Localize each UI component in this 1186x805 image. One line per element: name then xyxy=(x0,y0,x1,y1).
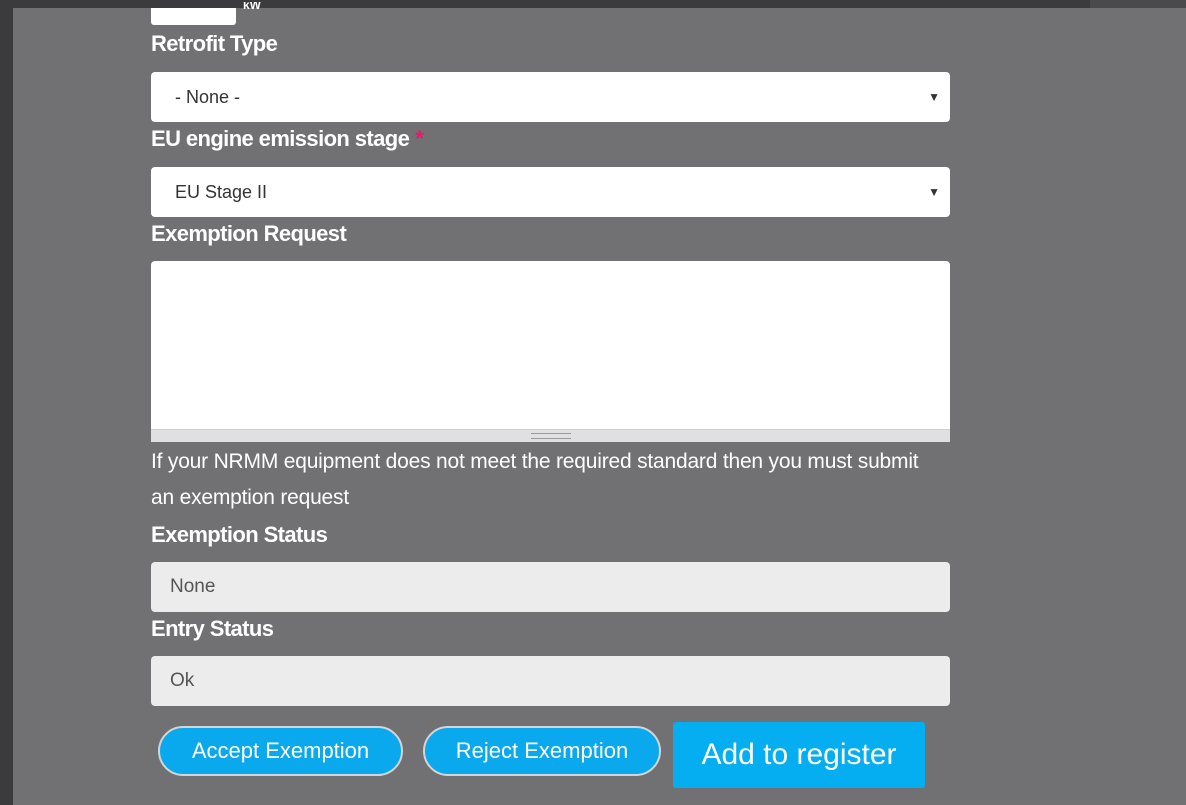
entry-status-field: Ok xyxy=(151,656,950,706)
exemption-status-label: Exemption Status xyxy=(151,522,328,547)
accept-exemption-button[interactable]: Accept Exemption xyxy=(158,726,403,776)
retrofit-type-label: Retrofit Type xyxy=(151,31,278,56)
engine-power-unit: kW xyxy=(243,2,261,10)
retrofit-type-select[interactable]: - None - ▼ xyxy=(151,72,950,122)
engine-power-input[interactable] xyxy=(151,8,236,25)
emission-stage-label-text: EU engine emission stage xyxy=(151,126,410,151)
exemption-request-textarea[interactable] xyxy=(151,261,950,429)
caret-down-icon: ▼ xyxy=(928,90,940,104)
emission-stage-value: EU Stage II xyxy=(175,182,268,202)
exemption-status-field: None xyxy=(151,562,950,612)
exemption-request-field xyxy=(151,261,950,442)
entry-status-label: Entry Status xyxy=(151,616,274,641)
grip-lines-icon xyxy=(531,433,571,439)
required-marker: * xyxy=(415,126,424,151)
add-to-register-button[interactable]: Add to register xyxy=(673,722,925,788)
retrofit-type-value: - None - xyxy=(175,87,241,107)
exemption-request-label: Exemption Request xyxy=(151,221,347,246)
emission-stage-select[interactable]: EU Stage II ▼ xyxy=(151,167,950,217)
textarea-grippie[interactable] xyxy=(151,429,950,442)
emission-stage-label: EU engine emission stage * xyxy=(151,126,424,152)
reject-exemption-button[interactable]: Reject Exemption xyxy=(423,726,661,776)
exemption-help-text: If your NRMM equipment does not meet the… xyxy=(151,450,919,509)
caret-down-icon: ▼ xyxy=(928,185,940,199)
